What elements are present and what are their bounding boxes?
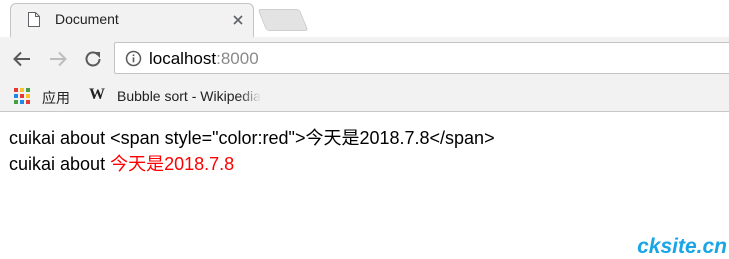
apps-grid-icon (14, 88, 30, 104)
bookmark-apps-label: 应用 (42, 90, 70, 106)
escaped-html-line: cuikai about <span style="color:red">今天是… (9, 128, 495, 148)
browser-tab[interactable]: Document (10, 3, 254, 37)
page-content: cuikai about <span style="color:red">今天是… (9, 125, 495, 177)
forward-arrow-icon[interactable] (47, 48, 69, 70)
tab-strip: Document (0, 0, 729, 37)
new-tab-button[interactable] (257, 9, 309, 31)
bookmark-apps[interactable]: 应用 (10, 81, 78, 111)
url-port: :8000 (216, 49, 259, 68)
close-icon[interactable] (231, 13, 245, 27)
reload-icon[interactable] (82, 48, 104, 70)
bookmark-bubble-sort[interactable]: W Bubble sort - Wikipedia (86, 81, 266, 111)
wikipedia-icon: W (89, 86, 105, 103)
url-host: localhost (149, 49, 217, 68)
address-bar[interactable]: localhost:8000 (114, 42, 729, 74)
line-prefix: cuikai about (9, 154, 111, 174)
site-watermark: cksite.cn (637, 235, 727, 258)
red-date-text: 今天是2018.7.8 (110, 154, 235, 174)
bookmark-bubble-sort-label: Bubble sort - Wikipedia (117, 88, 261, 104)
bookmarks-bar: 应用 W Bubble sort - Wikipedia (0, 81, 729, 112)
info-icon[interactable] (125, 50, 142, 67)
back-arrow-icon[interactable] (11, 48, 33, 70)
url-text[interactable]: localhost:8000 (149, 49, 259, 69)
tab-title: Document (55, 11, 119, 27)
document-icon (28, 12, 40, 27)
rendered-html-line: cuikai about 今天是2018.7.8 (9, 151, 495, 177)
browser-toolbar: localhost:8000 (0, 37, 729, 81)
